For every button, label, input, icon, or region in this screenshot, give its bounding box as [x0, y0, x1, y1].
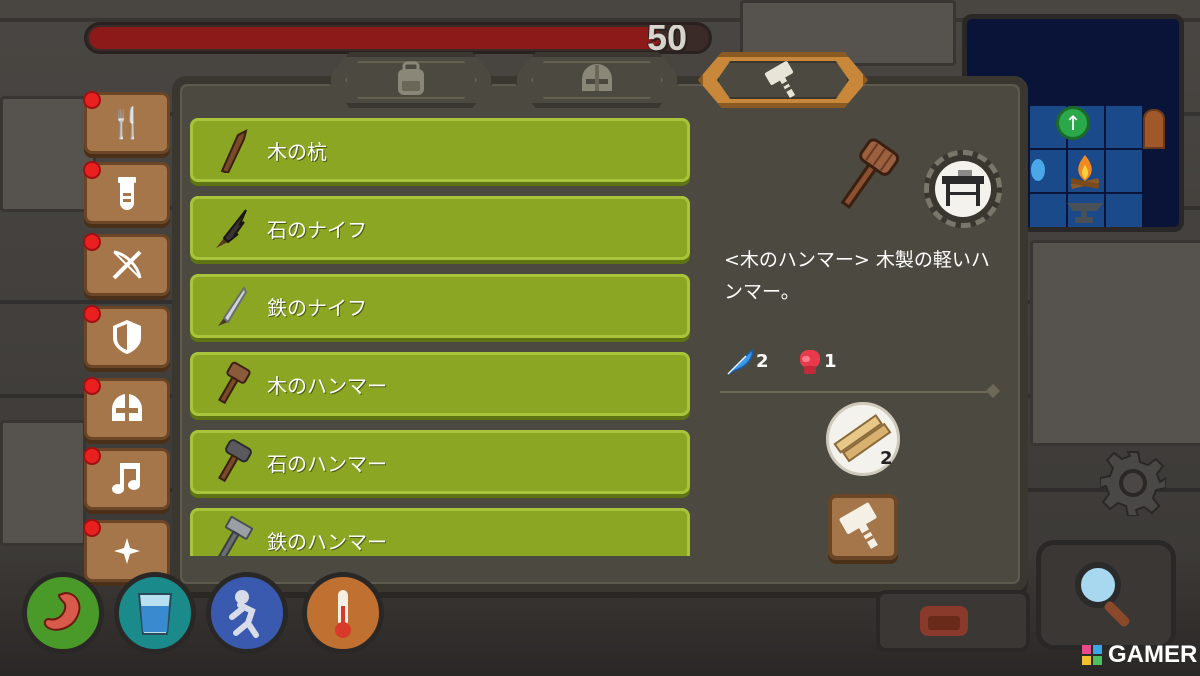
hunger-gauge [22, 572, 104, 654]
item-label: 木の杭 [267, 139, 327, 164]
notification-badge [83, 233, 101, 251]
stomach-icon [43, 591, 81, 631]
notification-badge [83, 161, 101, 179]
sparkle-icon [114, 538, 140, 564]
health-value: 50 [646, 22, 687, 54]
wall-stone [1030, 240, 1200, 446]
item-description: <木のハンマー> 木製の軽いハンマー。 [724, 249, 990, 303]
thermometer-icon [335, 590, 351, 638]
inventory-slot[interactable] [876, 590, 1030, 652]
anvil-icon [1067, 203, 1103, 223]
stamina-icon [229, 590, 259, 638]
wall-stone [0, 420, 86, 546]
notification-badge [83, 519, 101, 537]
workbench-badge [924, 150, 1002, 228]
stat-speed-value: 2 [756, 350, 769, 372]
backpack-icon [398, 61, 424, 95]
item-label: 石のハンマー [267, 451, 387, 476]
shield-icon [113, 320, 141, 354]
tab-crafting[interactable] [698, 52, 868, 108]
category-weapons[interactable] [83, 233, 170, 296]
health-fill [89, 27, 662, 49]
notification-badge [83, 305, 101, 323]
list-item[interactable]: 鉄のナイフ [190, 274, 690, 338]
search-button[interactable] [1036, 540, 1176, 650]
thirst-gauge [114, 572, 196, 654]
tab-equipment[interactable] [512, 52, 682, 108]
item-label: 鉄のナイフ [267, 295, 367, 320]
gamer-watermark: GAMER [1080, 641, 1197, 669]
water-glass-icon [137, 593, 173, 635]
magnifier-icon [1075, 562, 1130, 627]
item-label: 木のハンマー [267, 373, 387, 398]
wooden-stake-icon [220, 129, 248, 173]
helmet-icon [582, 64, 612, 91]
material-quantity: 2 [880, 448, 893, 469]
helmet-icon [112, 394, 142, 421]
list-item[interactable]: 石のナイフ [190, 196, 690, 260]
hammer-icon [839, 502, 878, 549]
water-icon [1031, 159, 1045, 181]
wall-stone [0, 96, 96, 212]
potion-icon [118, 177, 136, 210]
item-label: 石のナイフ [267, 217, 367, 242]
gamer-logo-icon [1082, 645, 1102, 665]
list-item[interactable]: 木の杭 [190, 118, 690, 182]
notification-badge [83, 377, 101, 395]
stamina-gauge [206, 572, 288, 654]
list-item[interactable]: 鉄のハンマー [190, 508, 690, 556]
feather-icon [727, 348, 754, 375]
crossed-weapons-icon [112, 250, 142, 280]
stat-speed: 2 [726, 346, 769, 376]
divider [720, 391, 994, 393]
stone-knife-icon [216, 209, 247, 248]
boxing-glove-icon [800, 350, 820, 374]
hammer-icon [764, 61, 796, 98]
wooden-hammer-icon [840, 138, 900, 209]
list-item[interactable]: 石のハンマー [190, 430, 690, 494]
fork-knife-icon: 🍴 [108, 105, 146, 141]
list-item[interactable]: 木のハンマー [190, 352, 690, 416]
wooden-hammer-icon [218, 361, 251, 405]
workbench-icon [942, 170, 984, 206]
category-potion[interactable] [83, 161, 170, 224]
notification-badge [83, 447, 101, 465]
craft-button[interactable] [828, 494, 898, 560]
backpack-icon [920, 606, 968, 636]
iron-knife-icon [218, 286, 248, 326]
stat-power: 1 [796, 346, 837, 376]
health-bar: 50 [84, 22, 712, 54]
stone-hammer-icon [218, 439, 252, 483]
temperature-gauge [302, 572, 384, 654]
iron-hammer-icon [218, 516, 254, 556]
category-food[interactable]: 🍴 [83, 91, 170, 154]
tab-backpack[interactable] [326, 52, 496, 108]
gear-icon[interactable] [1100, 450, 1166, 516]
door-icon [1143, 109, 1165, 149]
category-helmets[interactable] [83, 377, 170, 440]
stat-power-value: 1 [824, 350, 837, 372]
category-music[interactable] [83, 447, 170, 510]
category-armor[interactable] [83, 305, 170, 368]
campfire-icon [1070, 155, 1100, 189]
recipe-list[interactable]: 木の杭 石のナイフ 鉄のナイフ 木のハンマー 石のハンマー 鉄のハンマー [190, 118, 690, 556]
notification-badge [83, 91, 101, 109]
music-note-icon [112, 463, 140, 494]
item-label: 鉄のハンマー [267, 529, 387, 554]
player-arrow-icon: ↑ [1056, 106, 1090, 140]
